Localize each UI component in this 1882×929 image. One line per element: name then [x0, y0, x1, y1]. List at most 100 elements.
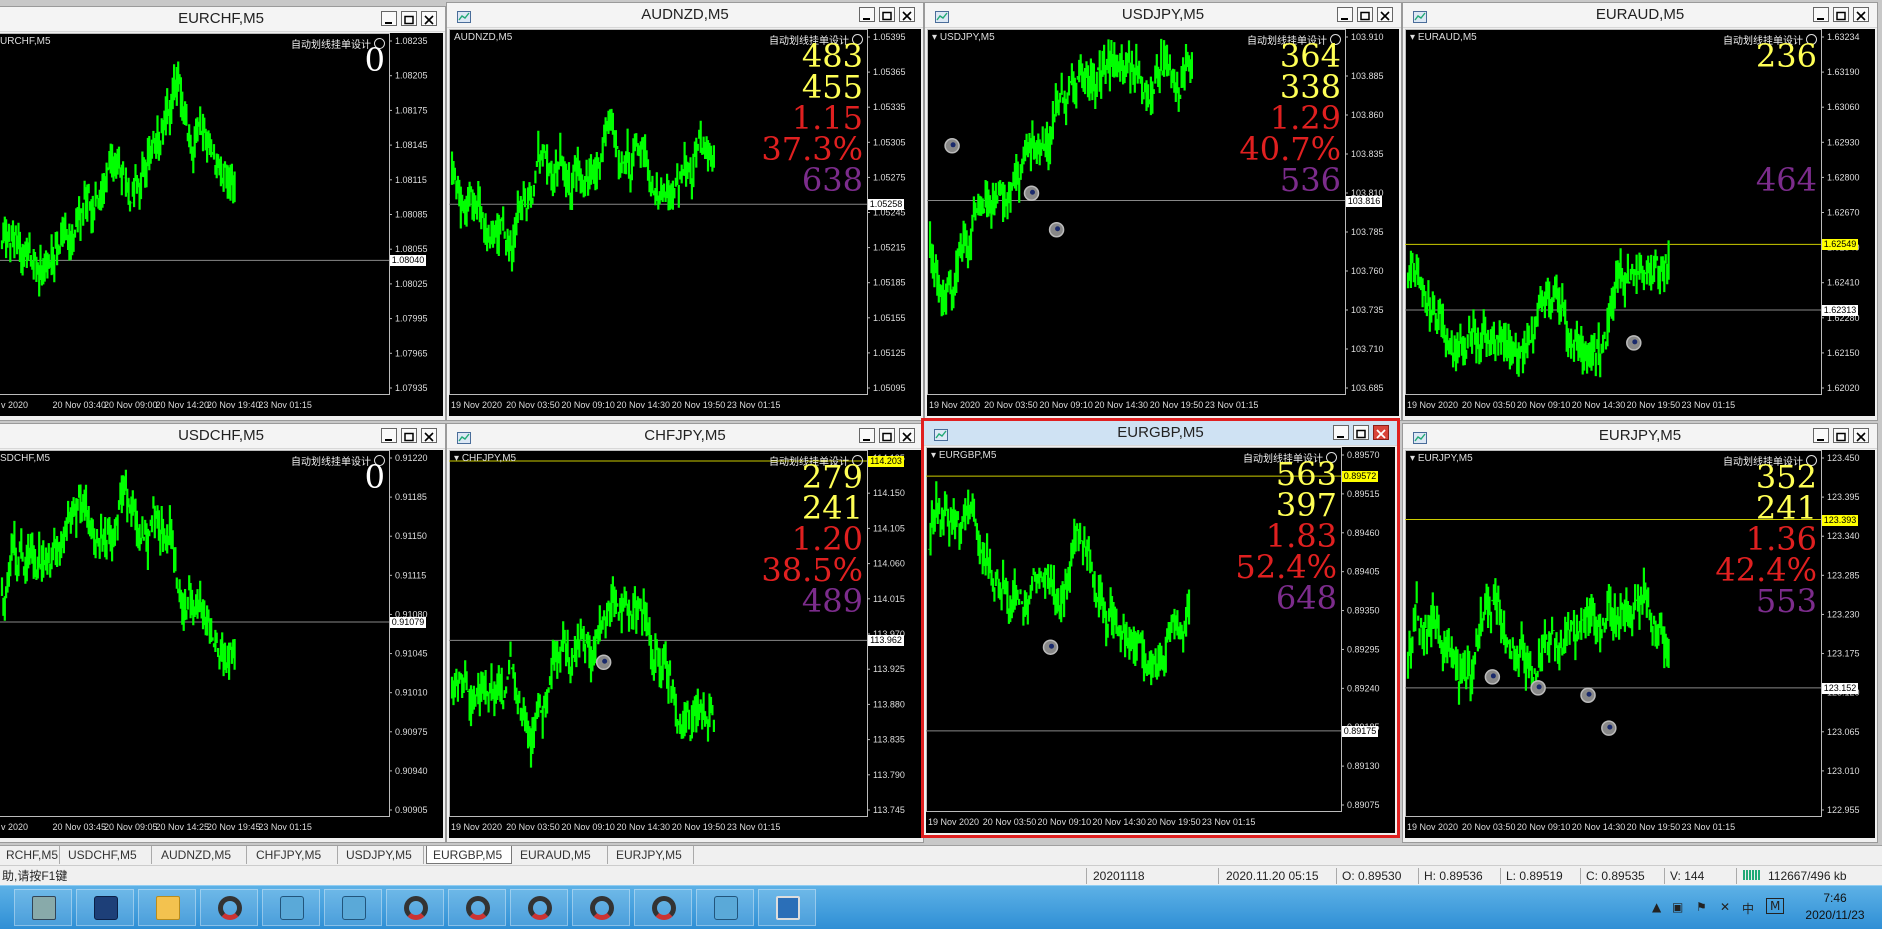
taskbar-app-button[interactable] [510, 889, 568, 926]
price-chart[interactable]: 1.08235 1.08205 1.08175 1.08145 1.08115 1.080… [0, 33, 443, 416]
chart-titlebar[interactable]: EURJPY,M5 [1403, 424, 1877, 449]
taskbar-app-button[interactable] [386, 889, 444, 926]
chart-titlebar[interactable]: AUDNZD,M5 [447, 3, 923, 28]
taskbar-app-button[interactable] [76, 889, 134, 926]
chart-titlebar[interactable]: EURAUD,M5 [1403, 3, 1877, 28]
close-button[interactable] [421, 11, 437, 26]
price-chart[interactable]: 0.89570 0.89515 0.89460 0.89405 0.89350 0.892… [926, 447, 1395, 833]
taskbar-app-button[interactable] [696, 889, 754, 926]
tray-flag-icon[interactable]: ⚑ [1696, 900, 1707, 914]
taskbar-app-button[interactable] [14, 889, 72, 926]
tray-arrow-icon[interactable]: ▲ [1652, 900, 1661, 914]
taskbar-app-button[interactable] [200, 889, 258, 926]
file-explorer-icon [156, 896, 180, 920]
price-chart[interactable]: 1.63234 1.63190 1.63060 1.62930 1.62800 1.626… [1405, 29, 1875, 416]
x-axis-tick-label: 20 Nov 14:30 [1092, 817, 1146, 827]
maximize-button[interactable] [401, 11, 417, 26]
maximize-button[interactable] [1833, 7, 1849, 22]
close-button[interactable] [899, 7, 915, 22]
minimize-button[interactable] [381, 11, 397, 26]
y-axis-tick-label: 1.07965 [395, 348, 428, 358]
maximize-button[interactable] [1357, 7, 1373, 22]
chart-window-audnzd[interactable]: AUDNZD,M5 1.05395 1.05365 1.05335 1.05305 1.0… [446, 2, 924, 421]
close-button[interactable] [1853, 7, 1869, 22]
taskbar-app-button[interactable] [448, 889, 506, 926]
maximize-button[interactable] [401, 428, 417, 443]
tray-ime-icon[interactable]: 中 [1742, 900, 1754, 917]
chart-titlebar[interactable]: EURGBP,M5 [924, 421, 1397, 446]
y-axis-tick-label: 1.08025 [395, 279, 428, 289]
dropdown-arrow-icon[interactable]: ▾ [1410, 453, 1418, 464]
tray-network-icon[interactable]: ▣ [1672, 900, 1683, 914]
tab-rchf[interactable]: RCHF,M5 [0, 846, 60, 864]
tray-ime-mode-icon[interactable]: M [1766, 898, 1785, 914]
dropdown-arrow-icon[interactable]: ▾ [932, 32, 940, 43]
tab-chfjpy[interactable]: CHFJPY,M5 [250, 846, 338, 864]
minimize-button[interactable] [859, 428, 875, 443]
minimize-button[interactable] [859, 7, 875, 22]
price-chart[interactable]: 103.910 103.885 103.860 103.835 103.810 103.7… [927, 29, 1399, 416]
minimize-button[interactable] [1337, 7, 1353, 22]
price-chart[interactable]: 114.195114.150114.105114.060114.015113.9… [449, 450, 921, 838]
taskbar-app-button[interactable] [758, 889, 816, 926]
chart-titlebar[interactable]: EURCHF,M5 [0, 7, 445, 32]
dropdown-arrow-icon[interactable]: ▾ [454, 453, 462, 464]
taskbar-app-button[interactable] [324, 889, 382, 926]
price-chart[interactable]: 123.450 123.395 123.340 123.285 123.230 123.1… [1405, 450, 1875, 838]
tab-eurgbp[interactable]: EURGBP,M5 [426, 846, 512, 864]
tray-clock-time[interactable]: 7:46 [1800, 891, 1870, 905]
candles [450, 576, 715, 768]
taskbar-app-button[interactable] [262, 889, 320, 926]
close-button[interactable] [1853, 428, 1869, 443]
y-axis-tick-label: 113.880 [873, 699, 905, 709]
minimize-button[interactable] [1333, 425, 1349, 440]
minimize-button[interactable] [381, 428, 397, 443]
tab-euraud[interactable]: EURAUD,M5 [514, 846, 608, 864]
chart-window-eurjpy[interactable]: EURJPY,M5 123.450 123.395 123.340 123.285 123… [1402, 423, 1878, 843]
close-button[interactable] [421, 428, 437, 443]
bid-price-tag: 1.08040 [390, 255, 426, 267]
x-axis-tick-label: 20 Nov 09:05 [104, 822, 158, 832]
tab-eurjpy[interactable]: EURJPY,M5 [610, 846, 694, 864]
dropdown-arrow-icon[interactable]: ▾ [1410, 32, 1418, 43]
chart-titlebar[interactable]: USDCHF,M5 [0, 424, 445, 449]
price-chart[interactable]: 0.91220 0.91185 0.91150 0.91115 0.91080 0.910… [0, 450, 443, 838]
chart-window-usdjpy[interactable]: USDJPY,M5 103.910 103.885 103.860 103.835 103… [924, 2, 1402, 421]
level-price-tag: 114.203 [868, 455, 904, 467]
tray-clock-date[interactable]: 2020/11/23 [1800, 908, 1870, 922]
x-axis-tick-label: 20 Nov 09:00 [104, 400, 158, 410]
y-axis-tick-label: 103.760 [1351, 266, 1384, 276]
close-button[interactable] [1377, 7, 1393, 22]
y-axis-tick-label: 1.05365 [873, 67, 906, 77]
chart-window-chfjpy[interactable]: CHFJPY,M5114.195114.150114.105114.060114… [446, 423, 924, 843]
chart-window-euraud[interactable]: EURAUD,M5 1.63234 1.63190 1.63060 1.62930 1.6… [1402, 2, 1878, 421]
price-chart[interactable]: 1.05395 1.05365 1.05335 1.05305 1.05275 1.052… [449, 29, 921, 416]
dropdown-arrow-icon[interactable]: ▾ [931, 450, 939, 461]
window-controls [1337, 7, 1393, 22]
mdi-workspace: EURCHF,M5 1.08235 1.08205 1.08175 1.08145 1.0… [0, 0, 1882, 845]
chart-window-eurgbp[interactable]: EURGBP,M5 0.89570 0.89515 0.89460 0.89405 0.8… [921, 418, 1400, 838]
minimize-button[interactable] [1813, 428, 1829, 443]
chart-window-usdchf[interactable]: USDCHF,M5 0.91220 0.91185 0.91150 0.91115 0.9… [0, 423, 446, 843]
taskbar-app-button[interactable] [572, 889, 630, 926]
trade-marker-dot [1055, 226, 1061, 232]
chart-titlebar[interactable]: USDJPY,M5 [925, 3, 1401, 28]
chart-titlebar[interactable]: CHFJPY,M5 [447, 424, 923, 449]
chart-window-eurchf[interactable]: EURCHF,M5 1.08235 1.08205 1.08175 1.08145 1.0… [0, 6, 446, 421]
taskbar-app-button[interactable] [138, 889, 196, 926]
close-button[interactable] [1373, 425, 1389, 440]
maximize-button[interactable] [1833, 428, 1849, 443]
close-button[interactable] [899, 428, 915, 443]
tray-volume-muted-icon[interactable]: ✕ [1720, 900, 1730, 914]
tab-usdchf[interactable]: USDCHF,M5 [62, 846, 152, 864]
tab-audnzd[interactable]: AUDNZD,M5 [155, 846, 247, 864]
minimize-button[interactable] [1813, 7, 1829, 22]
chart-symbol-text: CHFJPY,M5 [461, 453, 517, 464]
y-axis-tick-label: 1.62930 [1827, 137, 1860, 147]
ea-stat-value: 489 [801, 582, 863, 620]
maximize-button[interactable] [1353, 425, 1369, 440]
maximize-button[interactable] [879, 7, 895, 22]
taskbar-app-button[interactable] [634, 889, 692, 926]
tab-usdjpy[interactable]: USDJPY,M5 [340, 846, 424, 864]
maximize-button[interactable] [879, 428, 895, 443]
